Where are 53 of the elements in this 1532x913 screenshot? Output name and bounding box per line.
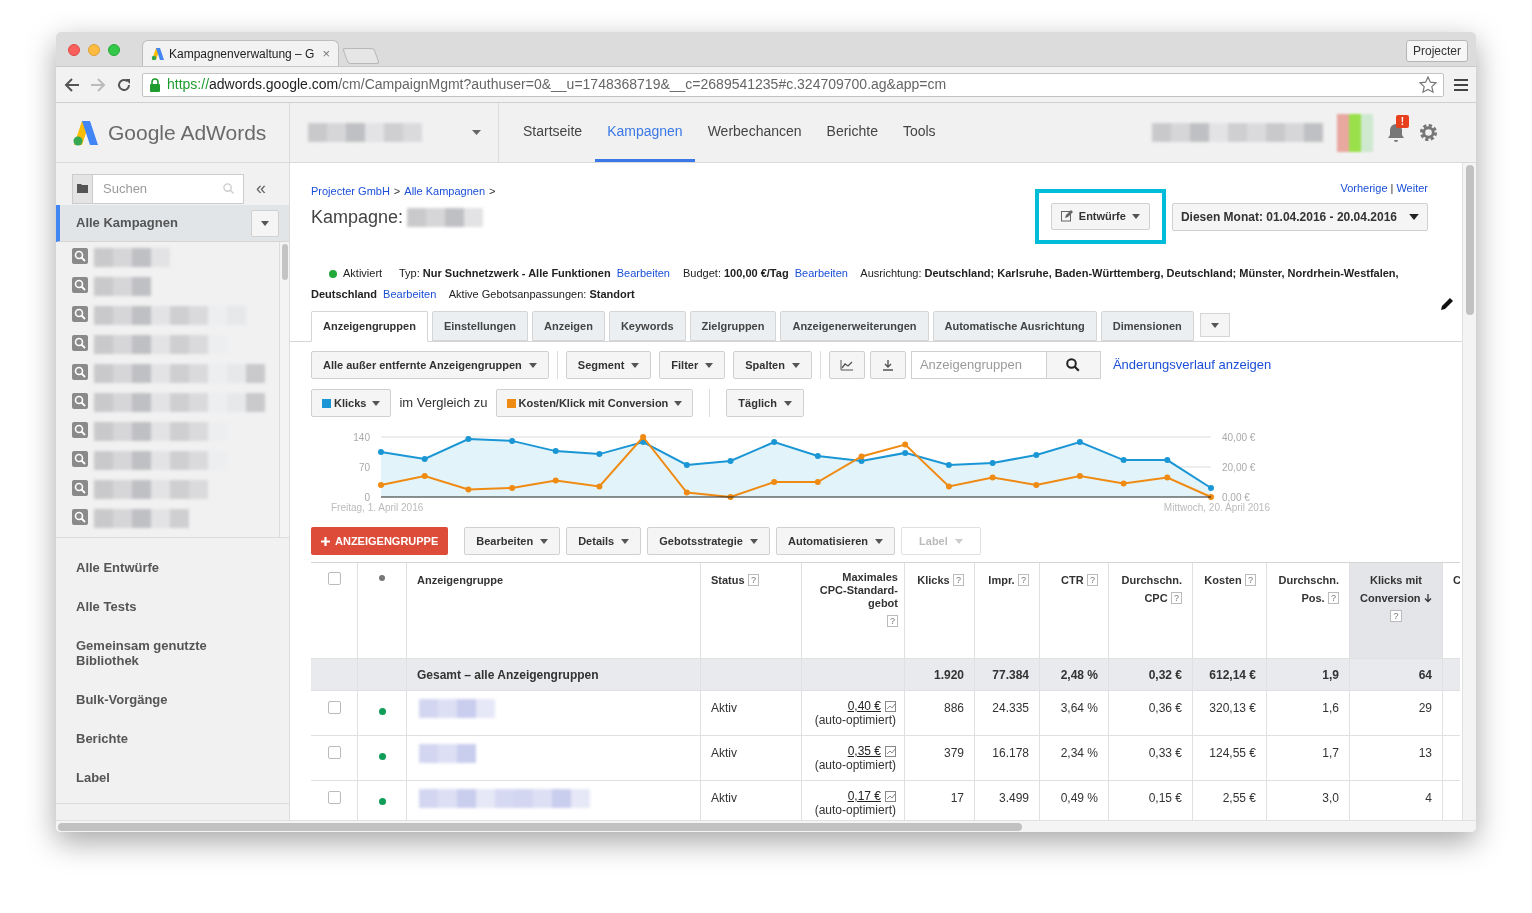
- logo-text: Google AdWords: [108, 119, 267, 146]
- table-cell: 1,6: [1322, 701, 1339, 715]
- axis-tick-label: Freitag, 1. April 2016: [331, 502, 424, 513]
- campaign-info-text: Aktiviert Typ: Nur Suchnetzwerk - Alle Funktionen Bearbeiten Budget: 100,00 €/Tag Bearbeiten Ausrichtung: Deutschland; Karlsruhe, Baden-Württemberg, Deutschland; Münster, Nordrhein-Westfalen, Deutschland Bearbeiten Aktive Gebotsanpassungen: Standort: [311, 266, 1400, 302]
- table-cell-text: 64: [1418, 666, 1432, 684]
- bid-note: (auto-optimiert): [813, 803, 896, 817]
- table-cell: Aktiv: [711, 791, 737, 805]
- breadcrumb-separator: >: [489, 184, 496, 199]
- table-cell-text: 2,48 %: [1060, 666, 1098, 684]
- table-cell: 0,15 €: [1148, 791, 1182, 805]
- table-cell-text: 0,32 €: [1148, 666, 1182, 684]
- table-cell: 886: [943, 701, 964, 715]
- axis-tick-label: 140: [353, 431, 370, 443]
- table-cell: 320,13 €: [1209, 701, 1256, 715]
- bid-note: (auto-optimiert): [813, 713, 896, 727]
- table-cell: Aktiv: [711, 746, 737, 760]
- pager-separator: |: [1390, 181, 1394, 196]
- table-cell: 29: [1418, 701, 1432, 715]
- table-cell: 0,49 %: [1060, 791, 1098, 805]
- table-cell: 1,7: [1322, 746, 1339, 760]
- table-cell: 0,36 €: [1148, 701, 1182, 715]
- table-cell: 13: [1418, 746, 1432, 760]
- table-cell: 3,64 %: [1060, 701, 1098, 715]
- table-cell: 124,55 €: [1209, 746, 1256, 760]
- axis-tick-label: 0,00 €: [1222, 491, 1250, 503]
- table-cell: 2,34 %: [1060, 746, 1098, 760]
- axis-tick-label: 0: [364, 491, 370, 503]
- table-cell: 17: [950, 791, 964, 805]
- table-cell: 16.178: [992, 746, 1029, 760]
- breadcrumb-separator: >: [393, 184, 401, 199]
- compare-label: im Vergleich zu: [399, 394, 488, 413]
- table-cell: 2,55 €: [1222, 791, 1256, 805]
- axis-tick-label: 40,00 €: [1222, 431, 1256, 443]
- table-cell: 4: [1425, 791, 1432, 805]
- url-text: https://adwords.google.com/cm/CampaignMgmt?authuser=0&__u=1748368719&__c=2689541235#c.324709700.ag&app=cm: [167, 75, 947, 94]
- table-cell-text: 612,14 €: [1209, 666, 1256, 684]
- axis-tick-label: 20,00 €: [1222, 461, 1256, 473]
- table-cell: 379: [943, 746, 964, 760]
- page-title: Kampagne:: [311, 205, 404, 229]
- notification-badge: !: [1396, 114, 1409, 128]
- table-cell: 0,33 €: [1148, 746, 1182, 760]
- table-cell: 3.499: [998, 791, 1029, 805]
- bid-note: (auto-optimiert): [813, 758, 896, 772]
- table-cell-text: 77.384: [992, 666, 1029, 684]
- table-cell-text: 1.920: [933, 666, 964, 684]
- axis-tick-label: 70: [358, 461, 370, 473]
- tab-title: Kampagnenverwaltung – G: [169, 45, 315, 63]
- table-cell-text: 1,9: [1322, 666, 1339, 684]
- table-cell: 24.335: [992, 701, 1029, 715]
- table-cell: 3,0: [1322, 791, 1339, 805]
- total-label: Gesamt – alle Anzeigengruppen: [417, 666, 599, 684]
- table-cell: Aktiv: [711, 701, 737, 715]
- axis-tick-label: Mittwoch, 20. April 2016: [1163, 502, 1270, 513]
